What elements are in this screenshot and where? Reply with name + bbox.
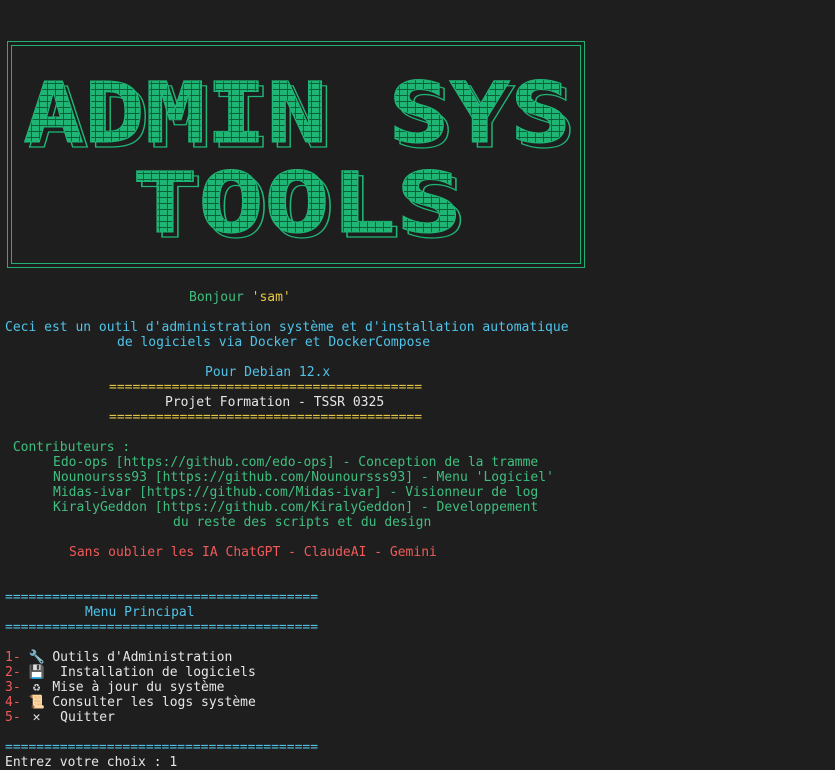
greeting-prefix: Bonjour	[189, 290, 252, 305]
menu-item-label: Consulter les logs système	[52, 695, 256, 710]
banner-line-2: TOOLS	[132, 154, 462, 252]
menu-item-label: Installation de logiciels	[52, 665, 256, 680]
floppy-disk-icon: 💾	[28, 665, 45, 680]
menu-separator-top: ========================================	[5, 590, 319, 605]
recycle-icon: ♻	[32, 680, 41, 695]
menu-item-system-update[interactable]: 3- ♻ Mise à jour du système	[5, 680, 225, 695]
contributor-item: Midas-ivar [https://github.com/Midas-iva…	[53, 485, 539, 500]
description-line-1: Ceci est un outil d'administration systè…	[5, 320, 569, 335]
project-title: Projet Formation - TSSR 0325	[165, 395, 385, 410]
menu-separator-bottom: ========================================	[5, 740, 319, 755]
project-separator-top: ========================================	[109, 380, 423, 395]
menu-item-install-software[interactable]: 2- 💾 Installation de logiciels	[5, 665, 256, 680]
close-icon: ✕	[32, 710, 41, 725]
choice-prompt-label: Entrez votre choix :	[5, 755, 170, 770]
banner-line-1: ADMIN SYS	[23, 64, 571, 162]
choice-prompt[interactable]: Entrez votre choix : 1	[5, 755, 177, 770]
contributor-item: Nounoursss93 [https://github.com/Nounour…	[53, 470, 554, 485]
menu-item-quit[interactable]: 5- ✕ Quitter	[5, 710, 115, 725]
menu-item-number: 2-	[5, 665, 21, 680]
project-separator-bottom: ========================================	[109, 410, 423, 425]
menu-item-number: 3-	[5, 680, 21, 695]
contributor-item: KiralyGeddon [https://github.com/KiralyG…	[53, 500, 539, 515]
menu-item-admin-tools[interactable]: 1- 🔧 Outils d'Administration	[5, 650, 232, 665]
banner-frame: ADMIN SYS ADMIN SYS TOOLS TOOLS	[7, 41, 585, 268]
menu-item-label: Quitter	[52, 710, 115, 725]
greeting-user: 'sam'	[251, 290, 291, 305]
menu-item-label: Outils d'Administration	[52, 650, 233, 665]
choice-input[interactable]: 1	[169, 755, 177, 770]
description-line-2: de logiciels via Docker et DockerCompose	[117, 335, 431, 350]
contributor-continuation: du reste des scripts et du design	[173, 515, 432, 530]
wrench-icon: 🔧	[28, 650, 45, 665]
contributor-item: Edo-ops [https://github.com/edo-ops] - C…	[53, 455, 539, 470]
menu-title: Menu Principal	[85, 605, 195, 620]
menu-item-label: Mise à jour du système	[52, 680, 225, 695]
thanks-line: Sans oublier les IA ChatGPT - ClaudeAI -…	[69, 545, 437, 560]
menu-item-number: 4-	[5, 695, 21, 710]
scroll-icon: 📜	[28, 695, 45, 710]
banner-art: ADMIN SYSADMIN SYSTOOLSTOOLS	[23, 64, 577, 258]
target-os: Pour Debian 12.x	[205, 365, 331, 380]
greeting: Bonjour 'sam'	[189, 290, 291, 305]
menu-item-number: 5-	[5, 710, 21, 725]
menu-item-number: 1-	[5, 650, 21, 665]
menu-item-view-logs[interactable]: 4- 📜 Consulter les logs système	[5, 695, 256, 710]
contributors-heading: Contributeurs :	[5, 440, 131, 455]
menu-separator-mid: ========================================	[5, 620, 319, 635]
